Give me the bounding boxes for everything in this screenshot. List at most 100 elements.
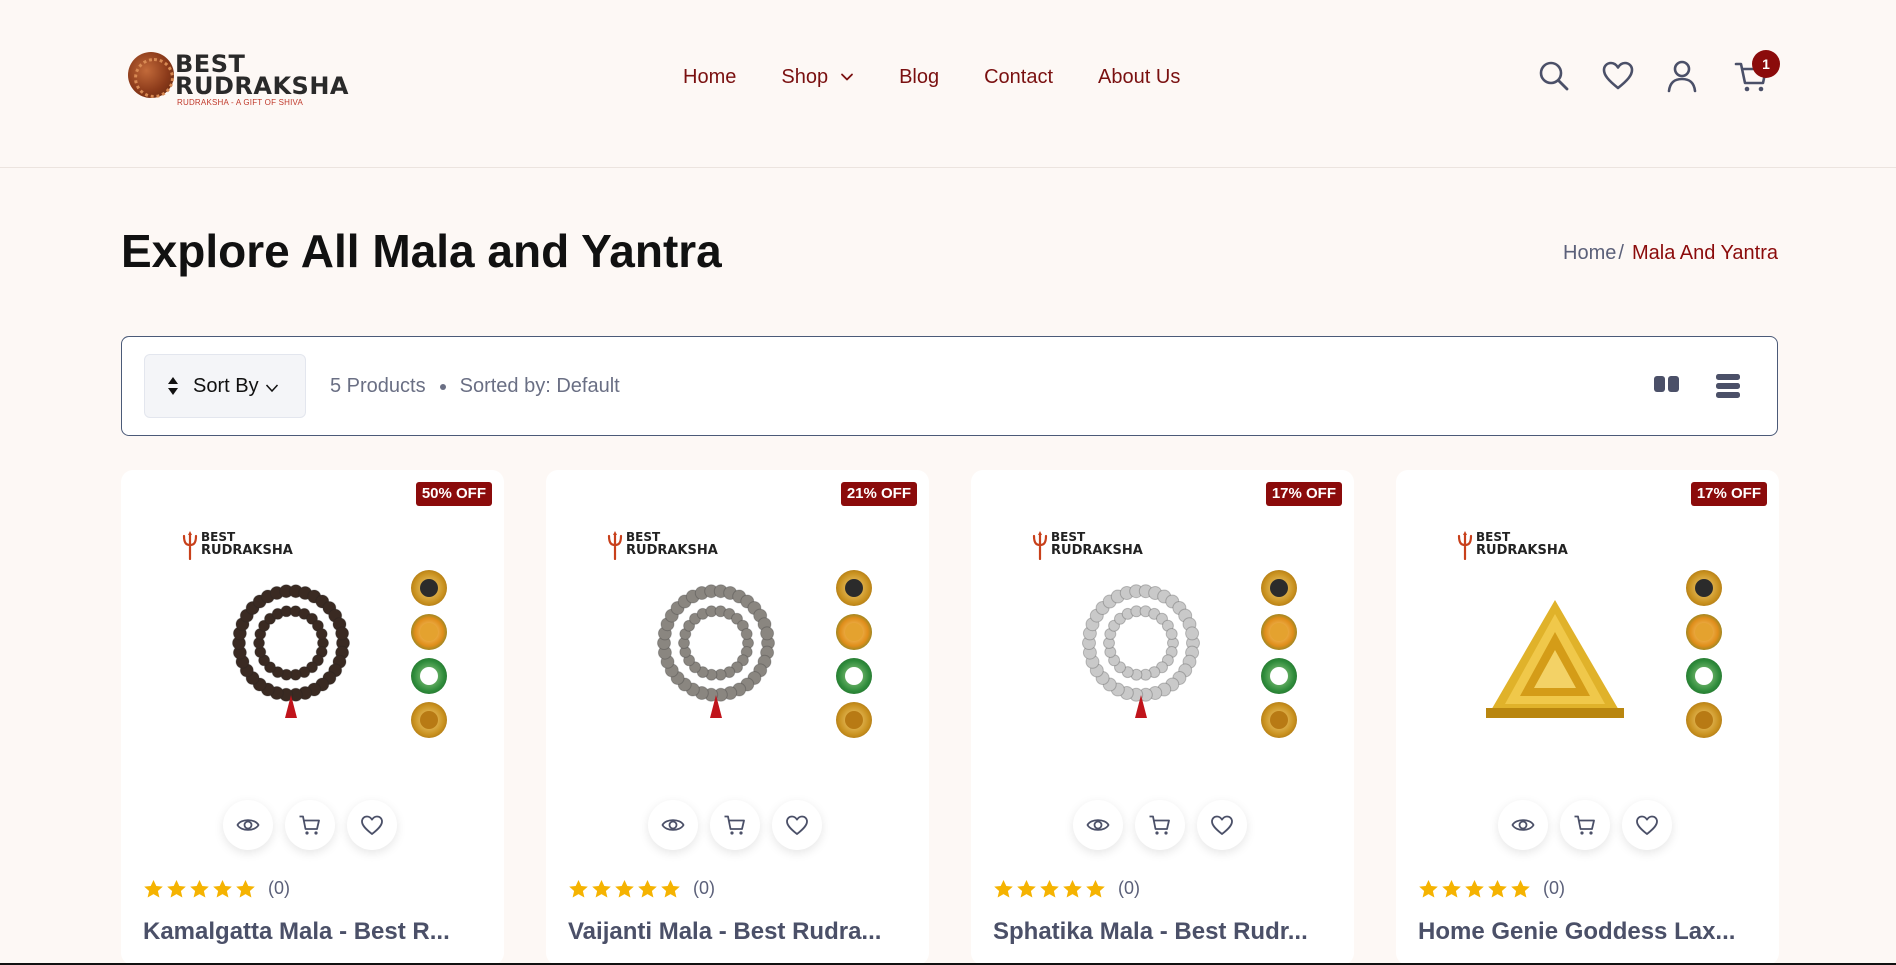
add-to-cart-button[interactable] [1560,800,1610,850]
certified-seal-icon [1686,570,1722,606]
heart-icon [1211,815,1233,835]
discount-badge: 17% OFF [1265,482,1342,506]
certified-seal-icon [411,570,447,606]
star-icon [167,879,186,897]
product-rating: (0) [993,878,1140,899]
add-to-wishlist-button[interactable] [347,800,397,850]
discount-badge: 21% OFF [840,482,917,506]
eye-icon [661,819,685,831]
sort-by-label: Sort By [193,374,259,397]
eye-icon [236,819,260,831]
search-icon[interactable] [1536,58,1572,94]
product-image-frame[interactable]: BEST RUDRAKSHA [1456,530,1726,738]
product-card[interactable]: 17% OFF BEST RUDRAKSHA (0) Sphatika Mala - B… [971,470,1354,965]
review-count: (0) [268,878,290,898]
review-count: (0) [1543,878,1565,898]
discount-badge: 50% OFF [415,482,492,506]
heart-icon[interactable] [1600,58,1636,94]
sort-by-button[interactable]: Sort By [144,354,306,418]
page-title: Explore All Mala and Yantra [121,225,722,277]
product-title[interactable]: Home Genie Goddess Lax... [1418,918,1763,946]
logo-line2: RUDRAKSHA [175,72,349,100]
quick-view-button[interactable] [1498,800,1548,850]
grid-view-icon[interactable] [1654,375,1680,393]
star-icon [213,879,232,897]
product-card[interactable]: 21% OFF BEST RUDRAKSHA (0) Vaijanti Mala - B… [546,470,929,965]
add-to-cart-button[interactable] [285,800,335,850]
quick-view-button[interactable] [1073,800,1123,850]
xray-tested-seal-icon [1686,614,1722,650]
add-to-cart-button[interactable] [1135,800,1185,850]
quick-view-button[interactable] [648,800,698,850]
cart-icon [1574,815,1595,835]
image-brand-line2: RUDRAKSHA [201,543,293,558]
nav-shop-label: Shop [781,65,829,88]
breadcrumb-current: Mala And Yantra [1631,242,1778,264]
star-icon [615,879,634,897]
star-icon [994,879,1013,897]
nav-home-label: Home [683,65,737,88]
add-to-wishlist-button[interactable] [1197,800,1247,850]
product-image-frame[interactable]: BEST RUDRAKSHA [181,530,451,738]
nav-contact-label: Contact [984,65,1054,88]
list-view-icon[interactable] [1716,374,1740,398]
star-icon [661,879,680,897]
certification-seals [1261,570,1301,738]
cart-icon [299,815,320,835]
product-card[interactable]: 17% OFF BEST RUDRAKSHA (0) Home Genie Goddes… [1396,470,1779,965]
nav-about-label: About Us [1098,65,1181,88]
certification-seals [1686,570,1726,738]
xray-tested-seal-icon [1261,614,1297,650]
product-title[interactable]: Vaijanti Mala - Best Rudra... [568,918,913,946]
product-image [232,584,350,718]
star-icon [1063,879,1082,897]
sorted-by-text: Sorted by: Default [459,375,620,397]
nav-home[interactable]: Home [683,66,736,89]
trident-icon [182,531,198,560]
lab-tested-seal-icon [836,658,872,694]
site-logo[interactable]: BEST RUDRAKSHA RUDRAKSHA - A GIFT OF SHI… [128,48,349,110]
product-image-frame[interactable]: BEST RUDRAKSHA [606,530,876,738]
breadcrumb-home[interactable]: Home [1563,242,1616,265]
discount-badge: 17% OFF [1690,482,1767,506]
add-to-wishlist-button[interactable] [1622,800,1672,850]
star-icon [1511,879,1530,897]
main-nav: Home Shop Blog Contact About Us [683,64,1225,90]
product-image-frame[interactable]: BEST RUDRAKSHA [1031,530,1301,738]
star-icon [1442,879,1461,897]
chevron-down-icon [841,73,853,81]
lab-tested-seal-icon [1686,658,1722,694]
sort-arrows-icon [168,377,178,395]
review-count: (0) [693,878,715,898]
add-to-cart-button[interactable] [710,800,760,850]
star-icon [190,879,209,897]
cart-icon [724,815,745,835]
header-actions [1536,58,1786,98]
product-card[interactable]: 50% OFF BEST RUDRAKSHA (0) Kamalgatta Mala -… [121,470,504,965]
best-quality-seal-icon [1686,702,1722,738]
eye-icon [1086,819,1110,831]
product-actions [1073,800,1253,850]
add-to-wishlist-button[interactable] [772,800,822,850]
star-icon [1017,879,1036,897]
chevron-down-icon [265,384,278,393]
nav-about[interactable]: About Us [1098,66,1180,89]
image-brand-line1: BEST [1476,530,1511,544]
product-image [1082,584,1200,718]
product-toolbar: Sort By 5 Products Sorted by: Default [121,336,1778,436]
xray-tested-seal-icon [411,614,447,650]
best-quality-seal-icon [836,702,872,738]
quick-view-button[interactable] [223,800,273,850]
product-title[interactable]: Sphatika Mala - Best Rudr... [993,918,1338,946]
image-brand-line2: RUDRAKSHA [1476,543,1568,558]
product-actions [1498,800,1678,850]
certified-seal-icon [836,570,872,606]
star-icon [1419,879,1438,897]
product-title[interactable]: Kamalgatta Mala - Best R... [143,918,488,946]
nav-shop[interactable]: Shop [781,66,854,89]
star-icon [144,879,163,897]
nav-contact[interactable]: Contact [984,66,1053,89]
rudraksha-logo-icon [128,52,174,98]
nav-blog[interactable]: Blog [899,66,939,89]
user-icon[interactable] [1664,58,1700,94]
